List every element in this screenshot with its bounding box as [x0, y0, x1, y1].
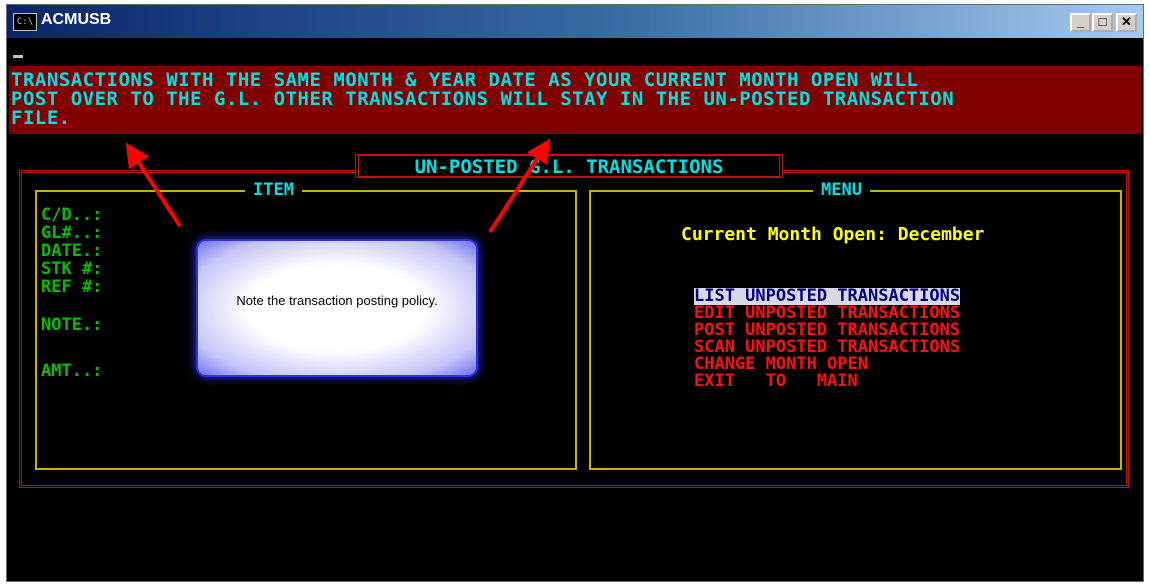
banner-line-2: POST OVER TO THE G.L. OTHER TRANSACTIONS…	[11, 88, 955, 110]
annotation-callout: Note the transaction posting policy.	[196, 239, 478, 377]
field-ref-label: REF #:	[41, 277, 103, 297]
menu-panel: MENU Current Month Open: December LIST U…	[589, 180, 1122, 470]
minimize-button[interactable]: _	[1070, 13, 1091, 32]
console-window: C:\ ACMUSB _ □ ✕ TRANSACTIONS WITH THE S…	[6, 4, 1144, 582]
window-title: ACMUSB	[41, 11, 112, 28]
posting-policy-banner: TRANSACTIONS WITH THE SAME MONTH & YEAR …	[9, 66, 1141, 134]
current-month-open: Current Month Open: December	[681, 224, 985, 245]
callout-text: Note the transaction posting policy.	[236, 293, 438, 308]
banner-line-3: FILE.	[11, 107, 71, 129]
maximize-button[interactable]: □	[1092, 13, 1113, 32]
item-panel-title: ITEM	[245, 180, 302, 200]
screen-title: UN-POSTED G.L. TRANSACTIONS	[414, 156, 724, 178]
field-amt-label: AMT..:	[41, 361, 103, 381]
console-screen[interactable]: TRANSACTIONS WITH THE SAME MONTH & YEAR …	[9, 40, 1141, 580]
menu-panel-title: MENU	[813, 180, 870, 200]
console-icon[interactable]: C:\	[13, 13, 37, 31]
field-note-label: NOTE.:	[41, 315, 103, 335]
close-button[interactable]: ✕	[1116, 13, 1137, 32]
screen-title-box: UN-POSTED G.L. TRANSACTIONS	[355, 154, 783, 178]
text-cursor	[13, 55, 23, 58]
menu-item-exit-main[interactable]: EXIT TO MAIN	[694, 373, 858, 390]
title-bar[interactable]: C:\ ACMUSB _ □ ✕	[7, 5, 1143, 38]
